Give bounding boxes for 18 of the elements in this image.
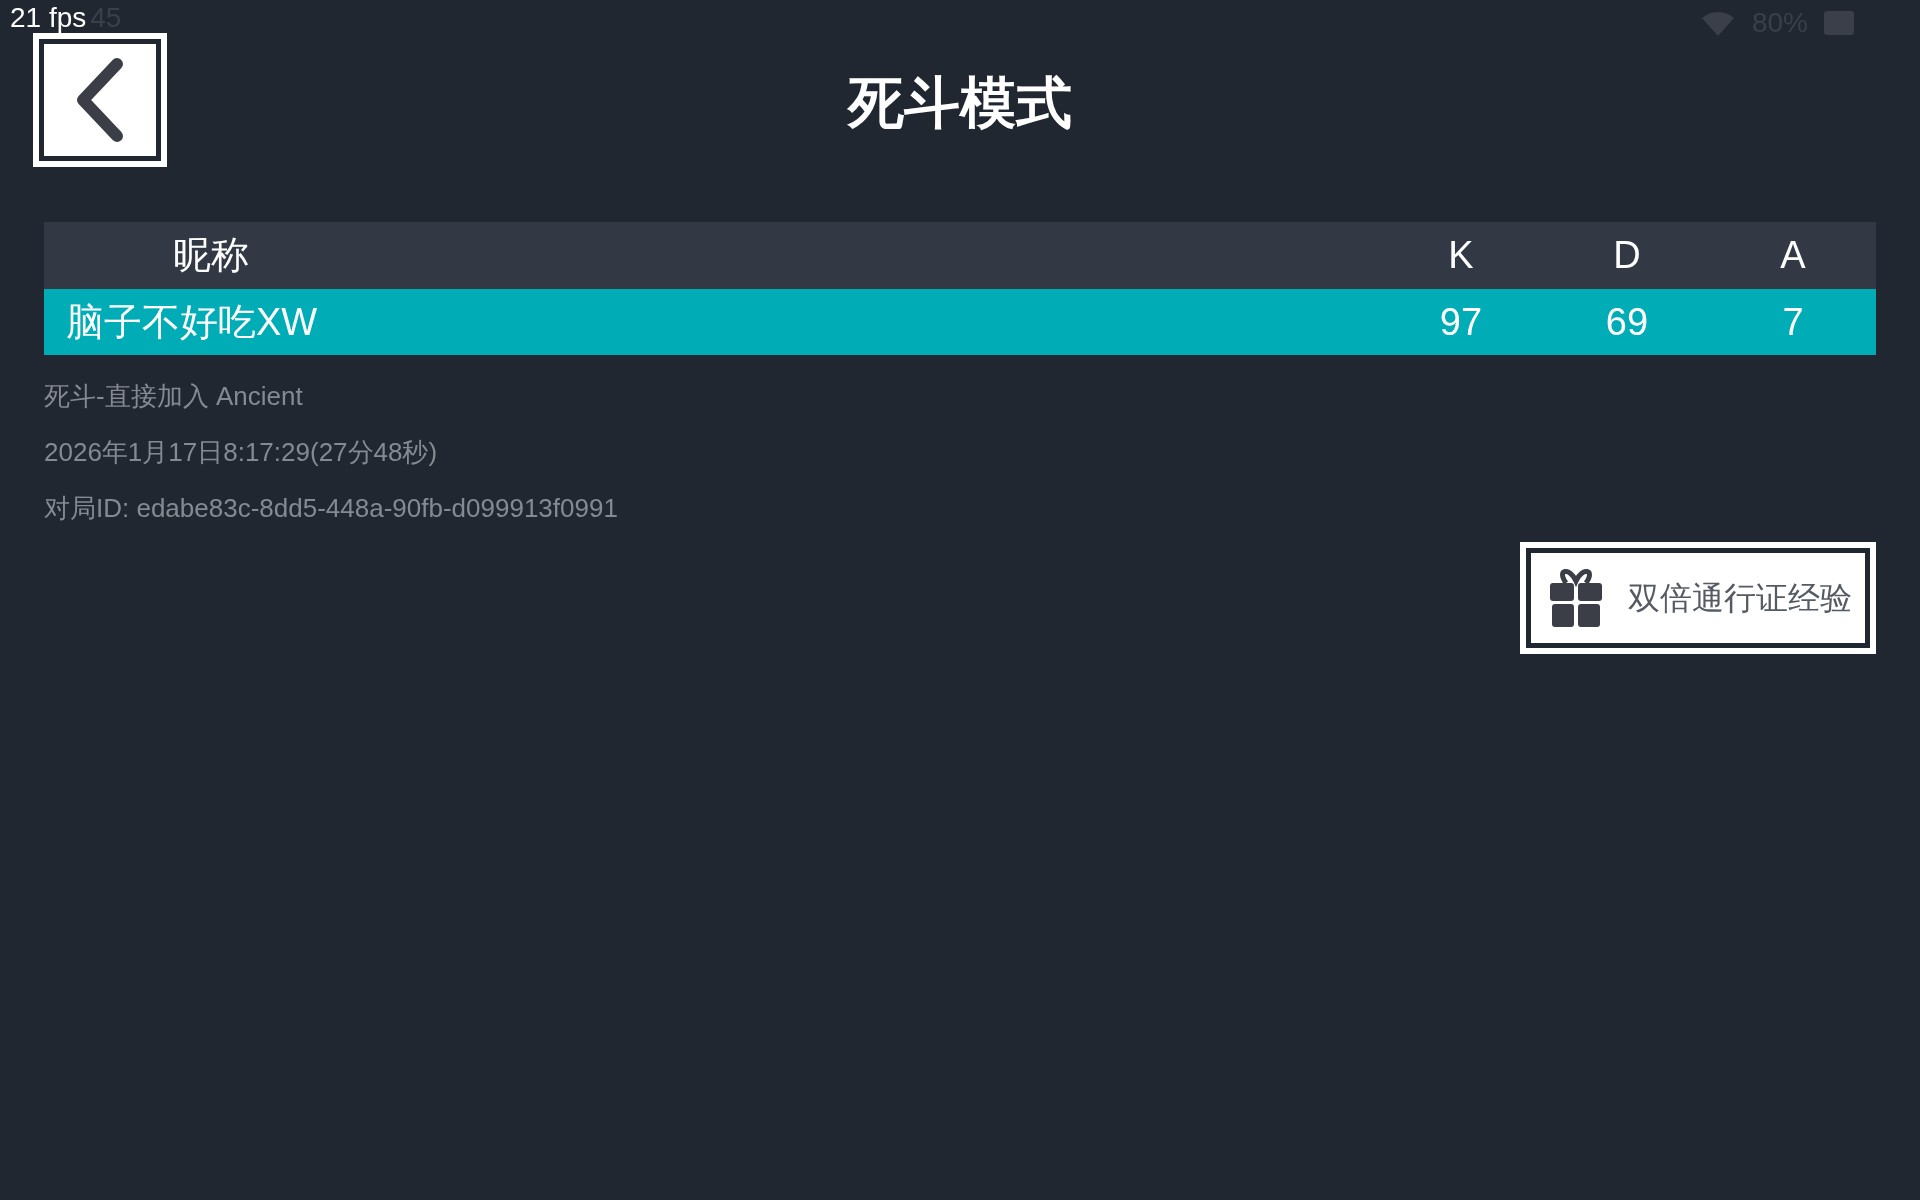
back-button[interactable]	[33, 33, 167, 167]
deaths-cell-text: 69	[1604, 299, 1650, 345]
player-name: 脑子不好吃XW	[65, 299, 319, 345]
fps-counter: 21 fps	[10, 1, 87, 35]
column-header: A	[1779, 233, 1807, 278]
chevron-left-icon	[75, 58, 125, 142]
match-info-text: 2026年1月17日8:17:29(27分48秒)	[44, 436, 439, 468]
kills-cell-text: 97	[1438, 299, 1484, 345]
match-info-text: 死斗-直接加入 Ancient	[44, 380, 304, 412]
match-info-text: 对局ID: edabe83c-8dd5-448a-90fb-d099913f0991	[44, 492, 619, 524]
column-header: K	[1447, 233, 1475, 278]
gift-icon	[1550, 569, 1602, 627]
double-pass-xp-button[interactable]: 双倍通行证经验	[1520, 542, 1876, 654]
column-header: 昵称	[172, 233, 250, 278]
assists-cell-text: 7	[1781, 299, 1805, 345]
page-title: 死斗模式	[848, 70, 1072, 136]
wifi-icon	[1699, 10, 1736, 36]
column-header: D	[1612, 233, 1642, 278]
